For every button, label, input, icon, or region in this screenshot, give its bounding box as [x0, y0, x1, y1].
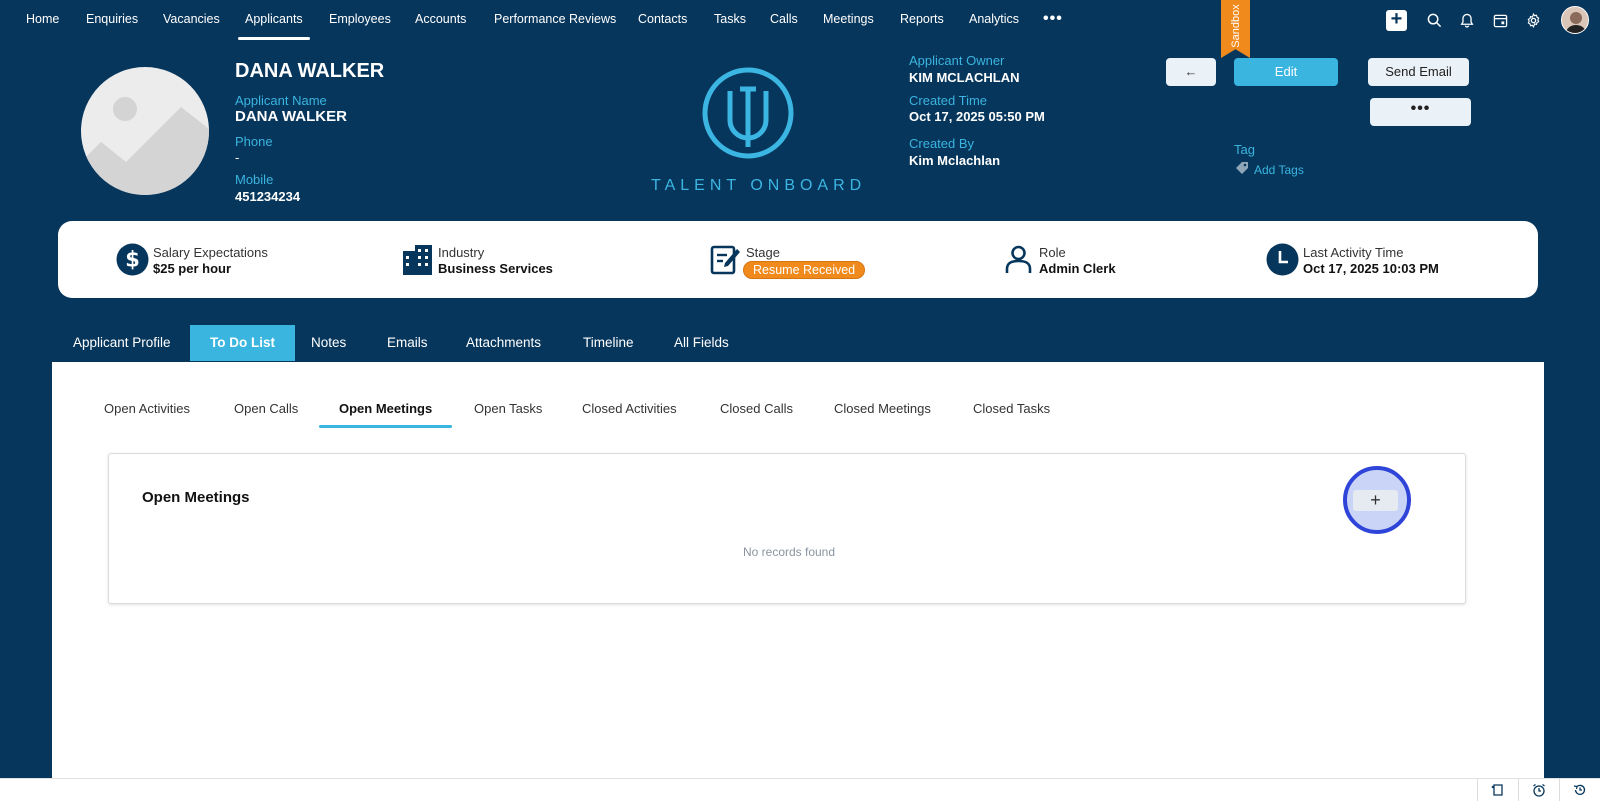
nav-more-icon[interactable]: •••	[1043, 10, 1063, 28]
nav-employees[interactable]: Employees	[329, 12, 391, 26]
created-time-value: Oct 17, 2025 05:50 PM	[909, 109, 1045, 124]
owner-value: KIM MCLACHLAN	[909, 70, 1020, 85]
nav-accounts[interactable]: Accounts	[415, 12, 466, 26]
logo-text: TALENT ONBOARD	[651, 177, 867, 194]
stage-label: Stage	[746, 245, 780, 260]
nav-reports[interactable]: Reports	[900, 12, 944, 26]
applicant-summary-card: $ Salary Expectations $25 per hour Indus…	[58, 221, 1538, 298]
tab-to-do-list[interactable]: To Do List	[190, 325, 295, 361]
subtab-closed-meetings[interactable]: Closed Meetings	[834, 401, 931, 416]
person-icon	[1005, 245, 1032, 273]
subtab-active-indicator	[319, 425, 452, 428]
salary-label: Salary Expectations	[153, 245, 268, 260]
alarm-clock-icon[interactable]	[1518, 779, 1559, 801]
empty-state-text: No records found	[742, 545, 836, 559]
applicant-name-label: Applicant Name	[235, 93, 327, 108]
search-icon[interactable]	[1424, 10, 1444, 30]
add-tags-link[interactable]: Add Tags	[1254, 163, 1304, 177]
quick-create-icon[interactable]: +	[1386, 9, 1407, 31]
created-by-label: Created By	[909, 136, 975, 151]
subtab-open-calls[interactable]: Open Calls	[234, 401, 298, 416]
bell-icon[interactable]	[1457, 10, 1477, 30]
subtab-closed-activities[interactable]: Closed Activities	[582, 401, 677, 416]
tab-all-fields[interactable]: All Fields	[654, 325, 749, 361]
bottom-status-bar	[0, 778, 1600, 801]
subtab-open-meetings[interactable]: Open Meetings	[339, 401, 432, 416]
nav-calls[interactable]: Calls	[770, 12, 798, 26]
clock-icon	[1266, 243, 1299, 276]
top-navigation: Home Enquiries Vacancies Applicants Empl…	[0, 0, 1600, 40]
created-time-label: Created Time	[909, 93, 988, 108]
salary-value: $25 per hour	[153, 261, 232, 276]
subtab-closed-tasks[interactable]: Closed Tasks	[973, 401, 1050, 416]
sandbox-ribbon: Sandbox	[1221, 0, 1250, 58]
tab-notes[interactable]: Notes	[291, 325, 366, 361]
svg-text:$: $	[125, 248, 140, 272]
role-label: Role	[1039, 245, 1066, 260]
phone-value: -	[235, 150, 240, 165]
subtab-open-tasks[interactable]: Open Tasks	[474, 401, 542, 416]
created-by-value: Kim Mclachlan	[909, 153, 1001, 168]
send-email-button[interactable]: Send Email	[1368, 58, 1469, 86]
nav-contacts[interactable]: Contacts	[638, 12, 687, 26]
sandbox-label: Sandbox	[1229, 4, 1242, 48]
dollar-icon: $	[116, 243, 149, 276]
phone-label: Phone	[235, 134, 273, 149]
mobile-value: 451234234	[235, 189, 301, 204]
add-meeting-button[interactable]: +	[1353, 490, 1398, 511]
tab-emails[interactable]: Emails	[367, 325, 448, 361]
tab-attachments[interactable]: Attachments	[446, 325, 561, 361]
last-activity-label: Last Activity Time	[1303, 245, 1404, 260]
tag-icon	[1236, 162, 1248, 174]
building-icon	[403, 245, 432, 275]
subtab-open-activities[interactable]: Open Activities	[104, 401, 190, 416]
tag-label: Tag	[1234, 142, 1255, 157]
tab-timeline[interactable]: Timeline	[563, 325, 654, 361]
applicant-photo-placeholder[interactable]	[81, 67, 209, 195]
tab-applicant-profile[interactable]: Applicant Profile	[53, 325, 191, 361]
history-icon[interactable]	[1559, 779, 1600, 801]
nav-enquiries[interactable]: Enquiries	[86, 12, 138, 26]
nav-home[interactable]: Home	[26, 12, 59, 26]
nav-analytics[interactable]: Analytics	[969, 12, 1019, 26]
user-avatar[interactable]	[1561, 6, 1589, 34]
back-button[interactable]: ←	[1166, 58, 1216, 86]
reminder-icon[interactable]	[1477, 779, 1518, 801]
industry-value: Business Services	[438, 261, 553, 276]
more-actions-button[interactable]: •••	[1370, 98, 1471, 126]
nav-applicants[interactable]: Applicants	[245, 12, 303, 26]
nav-tasks[interactable]: Tasks	[714, 12, 746, 26]
nav-vacancies[interactable]: Vacancies	[163, 12, 220, 26]
subtab-closed-calls[interactable]: Closed Calls	[720, 401, 793, 416]
applicant-title: DANA WALKER	[235, 60, 385, 82]
stage-edit-icon	[710, 245, 740, 275]
industry-label: Industry	[438, 245, 485, 260]
nav-performance-reviews[interactable]: Performance Reviews	[494, 12, 616, 26]
mobile-label: Mobile	[235, 172, 274, 187]
edit-button[interactable]: Edit	[1234, 58, 1338, 86]
role-value: Admin Clerk	[1039, 261, 1116, 276]
settings-gear-icon[interactable]	[1523, 10, 1543, 30]
owner-label: Applicant Owner	[909, 53, 1005, 68]
applicant-name-value: DANA WALKER	[235, 108, 347, 125]
open-meetings-panel	[108, 453, 1466, 604]
stage-badge: Resume Received	[743, 261, 866, 279]
nav-meetings[interactable]: Meetings	[823, 12, 874, 26]
nav-active-indicator	[238, 37, 310, 40]
talent-onboard-logo	[702, 67, 794, 159]
calendar-icon[interactable]	[1490, 10, 1510, 30]
panel-title: Open Meetings	[142, 489, 250, 506]
last-activity-value: Oct 17, 2025 10:03 PM	[1303, 261, 1439, 276]
